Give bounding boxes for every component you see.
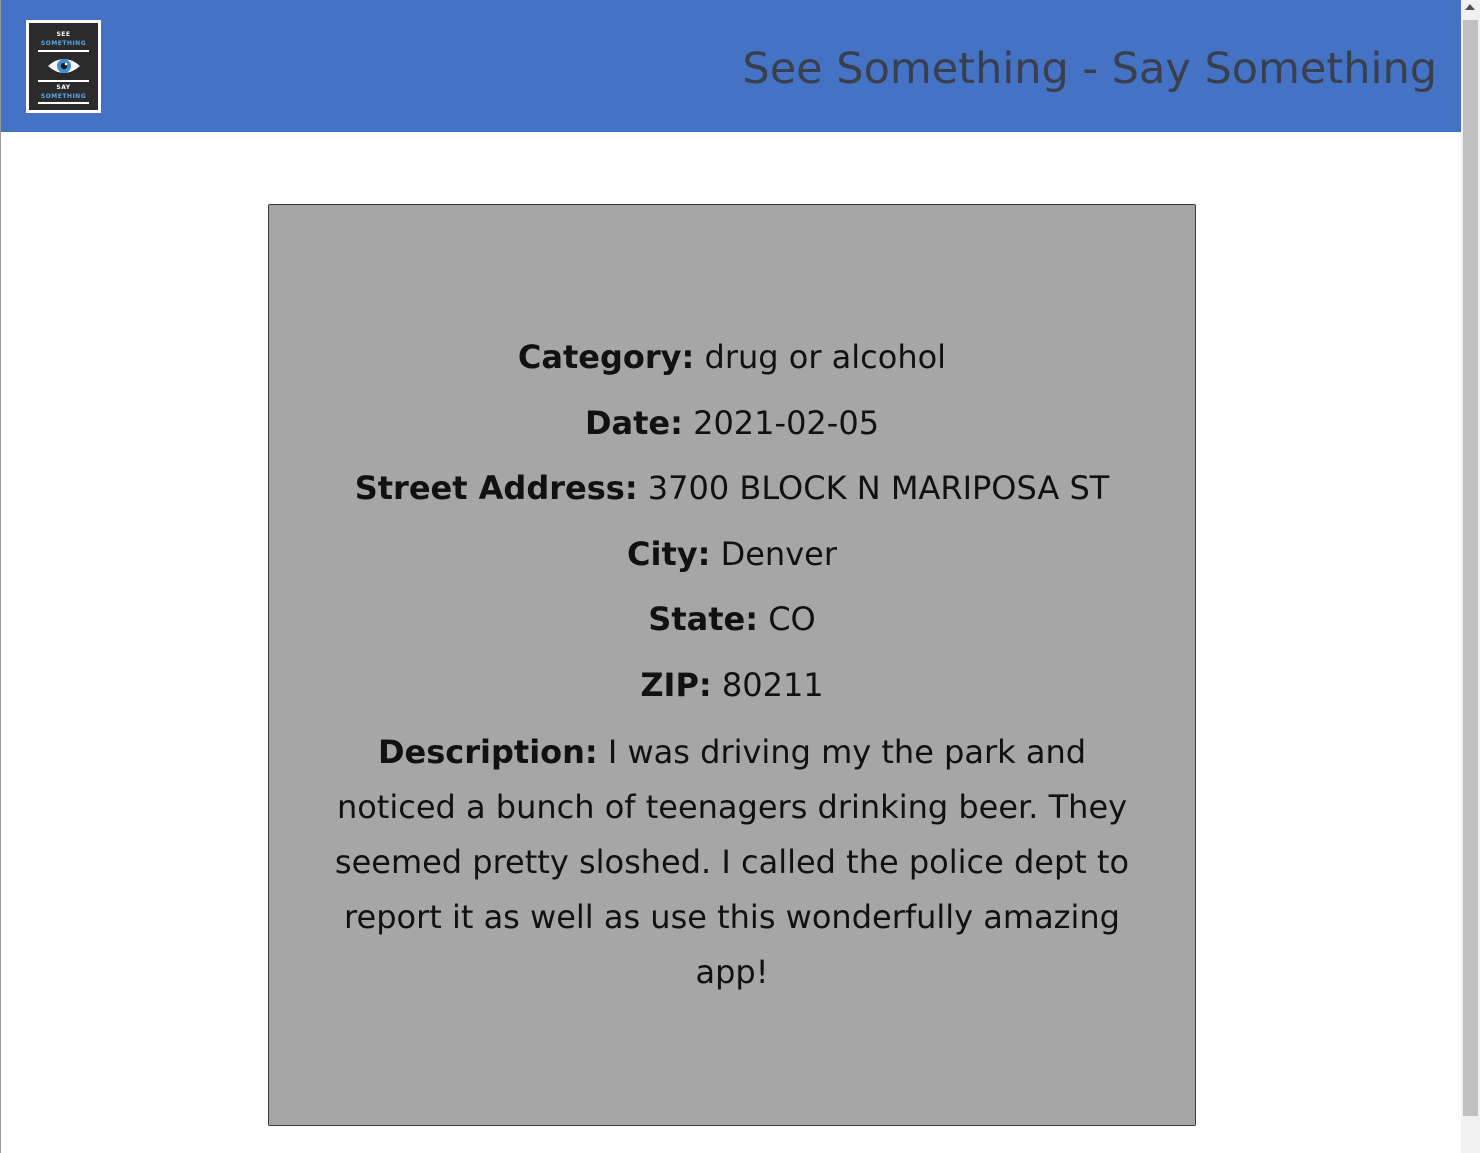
eye-icon: [48, 59, 80, 73]
site-header: SEE SOMETHING SAY SOMETHING See Somethin…: [1, 0, 1462, 132]
logo-divider: [38, 102, 89, 104]
logo-divider: [38, 80, 89, 82]
street-address-label: Street Address:: [354, 469, 638, 507]
state-value: CO: [768, 600, 816, 638]
state-row: State: CO: [329, 594, 1135, 660]
report-fields: Category: drug or alcohol Date: 2021-02-…: [329, 332, 1135, 1000]
zip-label: ZIP:: [640, 665, 712, 704]
city-label: City:: [627, 534, 711, 573]
page: SEE SOMETHING SAY SOMETHING See Somethin…: [0, 0, 1462, 1153]
scrollbar-thumb[interactable]: [1463, 20, 1478, 1116]
description-label: Description:: [377, 733, 598, 771]
date-row: Date: 2021-02-05: [329, 398, 1135, 464]
logo-text-see: SEE: [56, 31, 71, 38]
vertical-scrollbar[interactable]: [1461, 0, 1480, 1153]
date-label: Date:: [584, 403, 683, 442]
logo-text-something: SOMETHING: [40, 93, 87, 100]
site-title: See Something - Say Something: [742, 44, 1437, 94]
zip-value: 80211: [721, 665, 824, 704]
logo-text-say: SAY: [56, 84, 71, 91]
description-value: I was driving my the park and noticed a …: [334, 733, 1130, 991]
site-logo[interactable]: SEE SOMETHING SAY SOMETHING: [26, 20, 101, 113]
street-address-value: 3700 BLOCK N MARIPOSA ST: [647, 469, 1110, 507]
city-row: City: Denver: [329, 529, 1135, 595]
city-value: Denver: [720, 534, 837, 573]
scroll-up-arrow-icon[interactable]: [1465, 4, 1475, 10]
category-row: Category: drug or alcohol: [329, 332, 1135, 398]
date-value: 2021-02-05: [693, 403, 880, 442]
logo-divider: [38, 50, 89, 52]
report-card: Category: drug or alcohol Date: 2021-02-…: [268, 204, 1196, 1126]
category-label: Category:: [517, 338, 695, 376]
logo-text-something: SOMETHING: [40, 40, 87, 47]
zip-row: ZIP: 80211: [329, 660, 1135, 726]
street-address-row: Street Address: 3700 BLOCK N MARIPOSA ST: [329, 463, 1135, 529]
description-row: Description: I was driving my the park a…: [329, 725, 1135, 1000]
state-label: State:: [648, 600, 759, 638]
category-value: drug or alcohol: [704, 338, 947, 376]
